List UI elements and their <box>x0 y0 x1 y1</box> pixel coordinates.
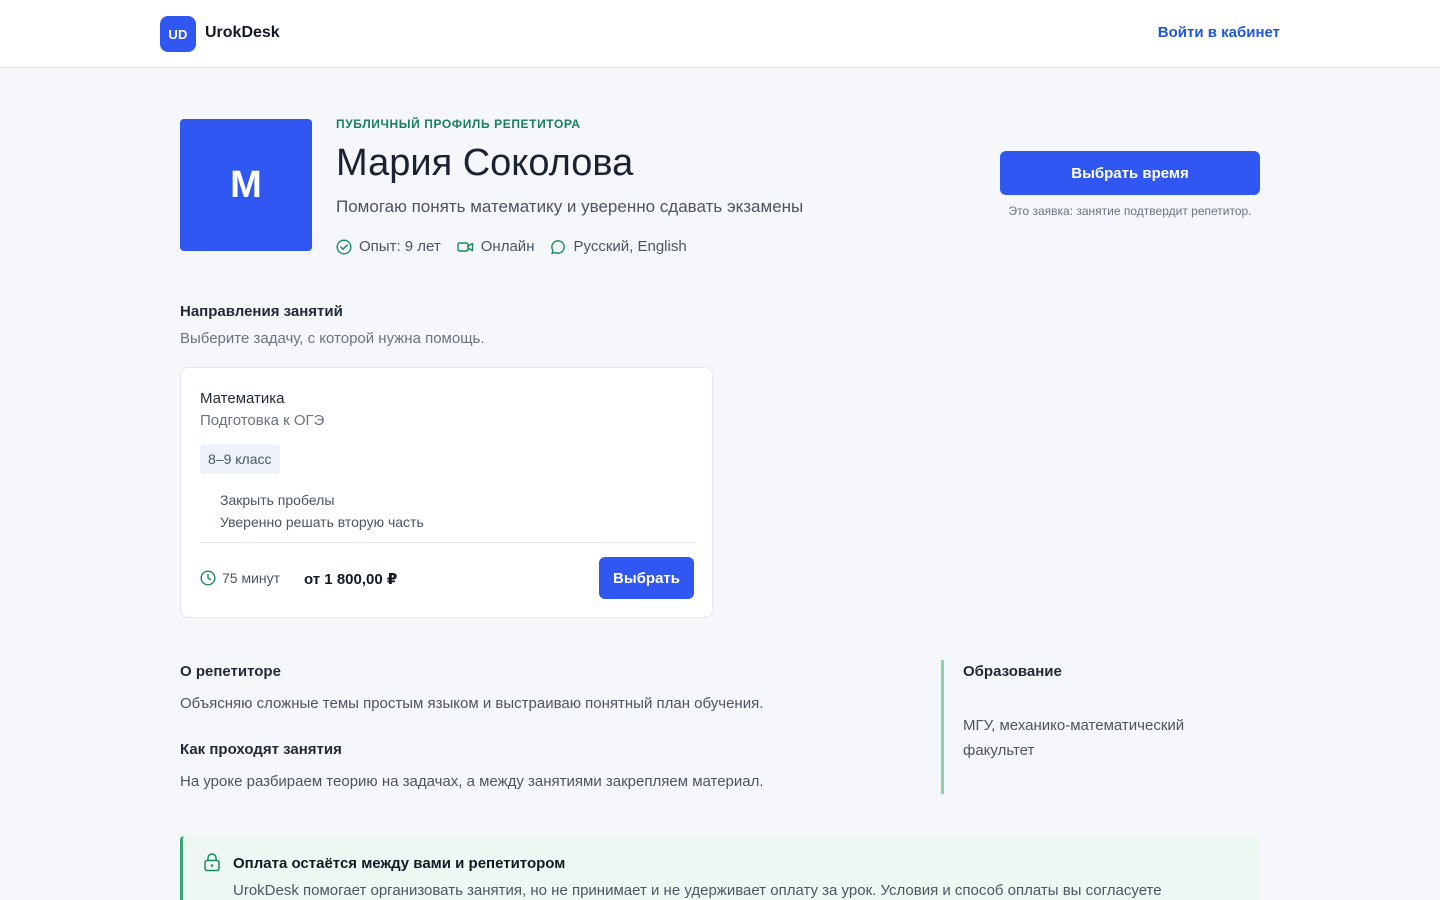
grade-badge: 8–9 класс <box>200 444 280 474</box>
service-point: Уверенно решать вторую часть <box>220 514 424 530</box>
service-duration: 75 минут <box>200 570 280 586</box>
payment-notice-title: Оплата остаётся между вами и репетитором <box>233 855 566 872</box>
directions-subtitle: Выберите задачу, с которой нужна помощь. <box>180 330 485 347</box>
languages-text: Русский, English <box>573 238 687 255</box>
logo-badge[interactable]: UD <box>160 16 196 52</box>
chat-bubble-icon <box>551 239 566 254</box>
experience-text: Опыт: 9 лет <box>359 238 441 255</box>
select-service-button[interactable]: Выбрать <box>599 557 694 599</box>
login-link[interactable]: Войти в кабинет <box>1158 24 1280 41</box>
top-bar: UD UrokDesk Войти в кабинет <box>0 0 1440 68</box>
lessons-title: Как проходят занятия <box>180 741 342 758</box>
video-camera-icon <box>457 241 473 252</box>
tutor-tagline: Помогаю понять математику и уверенно сда… <box>336 197 804 216</box>
education-text: МГУ, механико-математический факультет <box>963 717 1185 759</box>
card-divider <box>200 542 695 543</box>
cta-note: Это заявка: занятие подтвердит репетитор… <box>1008 204 1252 218</box>
clock-icon <box>200 570 216 586</box>
lessons-text: На уроке разбираем теорию на задачах, а … <box>180 773 764 790</box>
education-title: Образование <box>963 663 1062 680</box>
about-title: О репетиторе <box>180 663 281 680</box>
languages-meta: Русский, English <box>550 238 687 255</box>
choose-time-button[interactable]: Выбрать время <box>1000 151 1260 195</box>
tutor-meta: Опыт: 9 лет Онлайн Русский, English <box>336 238 703 255</box>
payment-notice-text: UrokDesk помогает организовать занятия, … <box>233 882 1162 899</box>
format-meta: Онлайн <box>457 238 535 255</box>
lock-icon <box>204 853 220 872</box>
service-point: Закрыть пробелы <box>220 492 335 508</box>
service-goal: Подготовка к ОГЭ <box>200 412 325 429</box>
payment-notice: Оплата остаётся между вами и репетитором… <box>180 836 1260 900</box>
about-text: Объясняю сложные темы простым языком и в… <box>180 695 764 712</box>
education-accent-border <box>941 660 944 794</box>
profile-eyebrow: ПУБЛИЧНЫЙ ПРОФИЛЬ РЕПЕТИТОРА <box>336 117 581 131</box>
service-price: от 1 800,00 ₽ <box>304 571 398 588</box>
check-circle-icon <box>336 238 352 255</box>
duration-text: 75 минут <box>222 570 281 586</box>
avatar: М <box>180 119 312 251</box>
service-subject: Математика <box>200 390 285 407</box>
directions-title: Направления занятий <box>180 303 343 320</box>
service-card: Математика Подготовка к ОГЭ 8–9 класс За… <box>180 367 713 618</box>
tutor-name: Мария Соколова <box>336 142 634 184</box>
service-points: Закрыть пробелы Уверенно решать вторую ч… <box>220 489 424 533</box>
brand-name[interactable]: UrokDesk <box>205 24 280 42</box>
format-text: Онлайн <box>480 238 535 255</box>
experience-meta: Опыт: 9 лет <box>336 238 441 255</box>
